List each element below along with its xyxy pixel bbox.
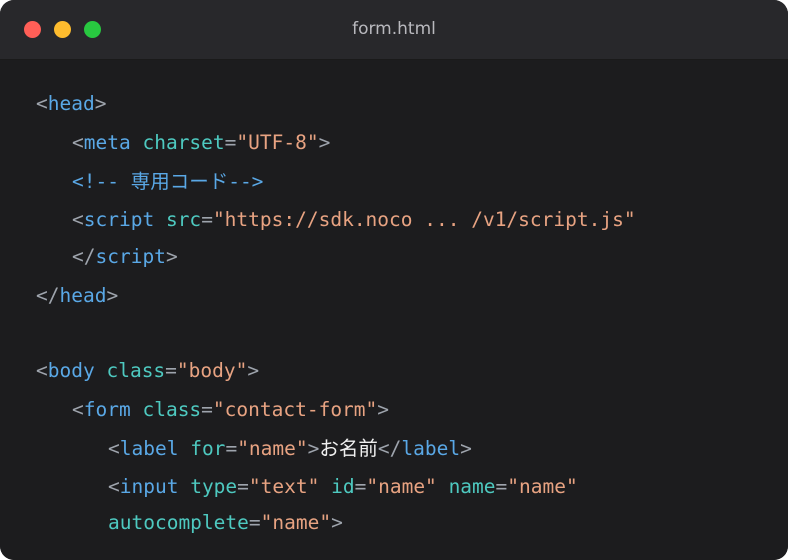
code-token-tag: body: [47, 359, 95, 382]
code-line: <head>: [36, 92, 106, 116]
code-token-punct: >: [106, 284, 119, 307]
code-token-punct: [178, 437, 190, 460]
code-token-punct: [154, 208, 166, 231]
code-token-punct: <: [108, 437, 120, 460]
code-token-string: "contact-form": [212, 398, 378, 421]
code-token-tag: label: [401, 437, 461, 460]
code-token-punct: >: [165, 245, 178, 268]
code-token-string: "text": [248, 475, 320, 498]
code-token-attr: autocomplete: [108, 511, 249, 534]
code-token-punct: >: [307, 437, 320, 460]
code-line: <meta charset="UTF-8">: [72, 131, 330, 155]
code-token-punct: [437, 475, 449, 498]
code-token-punct: >: [318, 131, 331, 154]
code-token-punct: >: [460, 437, 472, 460]
code-token-punct: >: [94, 92, 107, 115]
code-token-tag: input: [119, 475, 179, 498]
code-line: <body class="body">: [36, 359, 259, 383]
code-token-string: "name": [260, 511, 332, 534]
code-token-tag: form: [83, 398, 131, 421]
code-token-punct: </: [72, 245, 96, 268]
code-token-punct: [95, 359, 107, 382]
code-token-tag: script: [83, 208, 155, 231]
code-token-punct: <: [72, 208, 84, 231]
code-token-string: "name": [237, 437, 308, 460]
code-token-attr: class: [142, 398, 202, 421]
code-token-punct: =: [201, 208, 213, 231]
code-token-tag: meta: [83, 131, 131, 154]
code-line: autocomplete="name">: [108, 511, 343, 535]
code-token-attr: name: [448, 475, 496, 498]
code-token-punct: [131, 131, 143, 154]
code-token-punct: =: [495, 475, 508, 498]
code-line: <script src="https://sdk.noco ... /v1/sc…: [72, 208, 636, 232]
code-token-punct: =: [225, 437, 238, 460]
code-token-punct: <: [72, 131, 84, 154]
code-token-string: "body": [176, 359, 248, 382]
code-token-attr: type: [190, 475, 238, 498]
code-token-punct: <: [72, 398, 84, 421]
code-token-punct: >: [377, 398, 390, 421]
code-token-punct: [178, 475, 190, 498]
code-token-tag: label: [119, 437, 179, 460]
code-token-punct: </: [377, 437, 402, 460]
code-token-tag: script: [95, 245, 166, 268]
code-token-punct: </: [36, 284, 60, 307]
code-line: </head>: [36, 284, 118, 308]
code-token-string: "name": [366, 475, 437, 498]
code-token-punct: =: [354, 475, 367, 498]
code-token-attr: charset: [142, 131, 225, 154]
code-token-attr: for: [190, 437, 226, 460]
code-token-punct: <: [36, 92, 48, 115]
code-token-punct: =: [248, 511, 261, 534]
code-token-string: "UTF-8": [236, 131, 319, 154]
code-token-comment: <!-- 専用コード-->: [72, 170, 264, 193]
code-window: form.html <head> <meta charset="UTF-8"> <!…: [0, 0, 788, 560]
code-token-tag: head: [47, 92, 95, 115]
code-token-punct: [319, 475, 331, 498]
code-token-string: "name": [507, 475, 578, 498]
code-token-punct: =: [237, 475, 249, 498]
code-token-punct: >: [247, 359, 260, 382]
code-token-punct: <: [108, 475, 120, 498]
code-token-string: "https://sdk.noco ... /v1/script.js": [212, 208, 636, 231]
code-token-attr: class: [106, 359, 166, 382]
code-line: <!-- 専用コード-->: [72, 170, 263, 194]
code-token-punct: =: [201, 398, 213, 421]
code-line: </script>: [72, 245, 178, 269]
code-line: <label for="name">お名前</label>: [108, 437, 472, 461]
code-token-tag: head: [59, 284, 107, 307]
window-titlebar: form.html: [0, 0, 788, 60]
code-token-text: お名前: [319, 437, 378, 460]
code-line: <form class="contact-form">: [72, 398, 389, 422]
code-token-punct: [131, 398, 143, 421]
code-token-punct: >: [331, 511, 343, 534]
code-line: <input type="text" id="name" name="name": [108, 475, 578, 499]
window-title: form.html: [352, 19, 436, 39]
code-token-attr: id: [331, 475, 355, 498]
code-token-punct: <: [36, 359, 48, 382]
code-editor[interactable]: <head> <meta charset="UTF-8"> <!-- 専用コード--…: [0, 60, 788, 560]
code-token-attr: src: [165, 208, 202, 231]
code-token-punct: =: [165, 359, 177, 382]
code-token-punct: =: [224, 131, 237, 154]
